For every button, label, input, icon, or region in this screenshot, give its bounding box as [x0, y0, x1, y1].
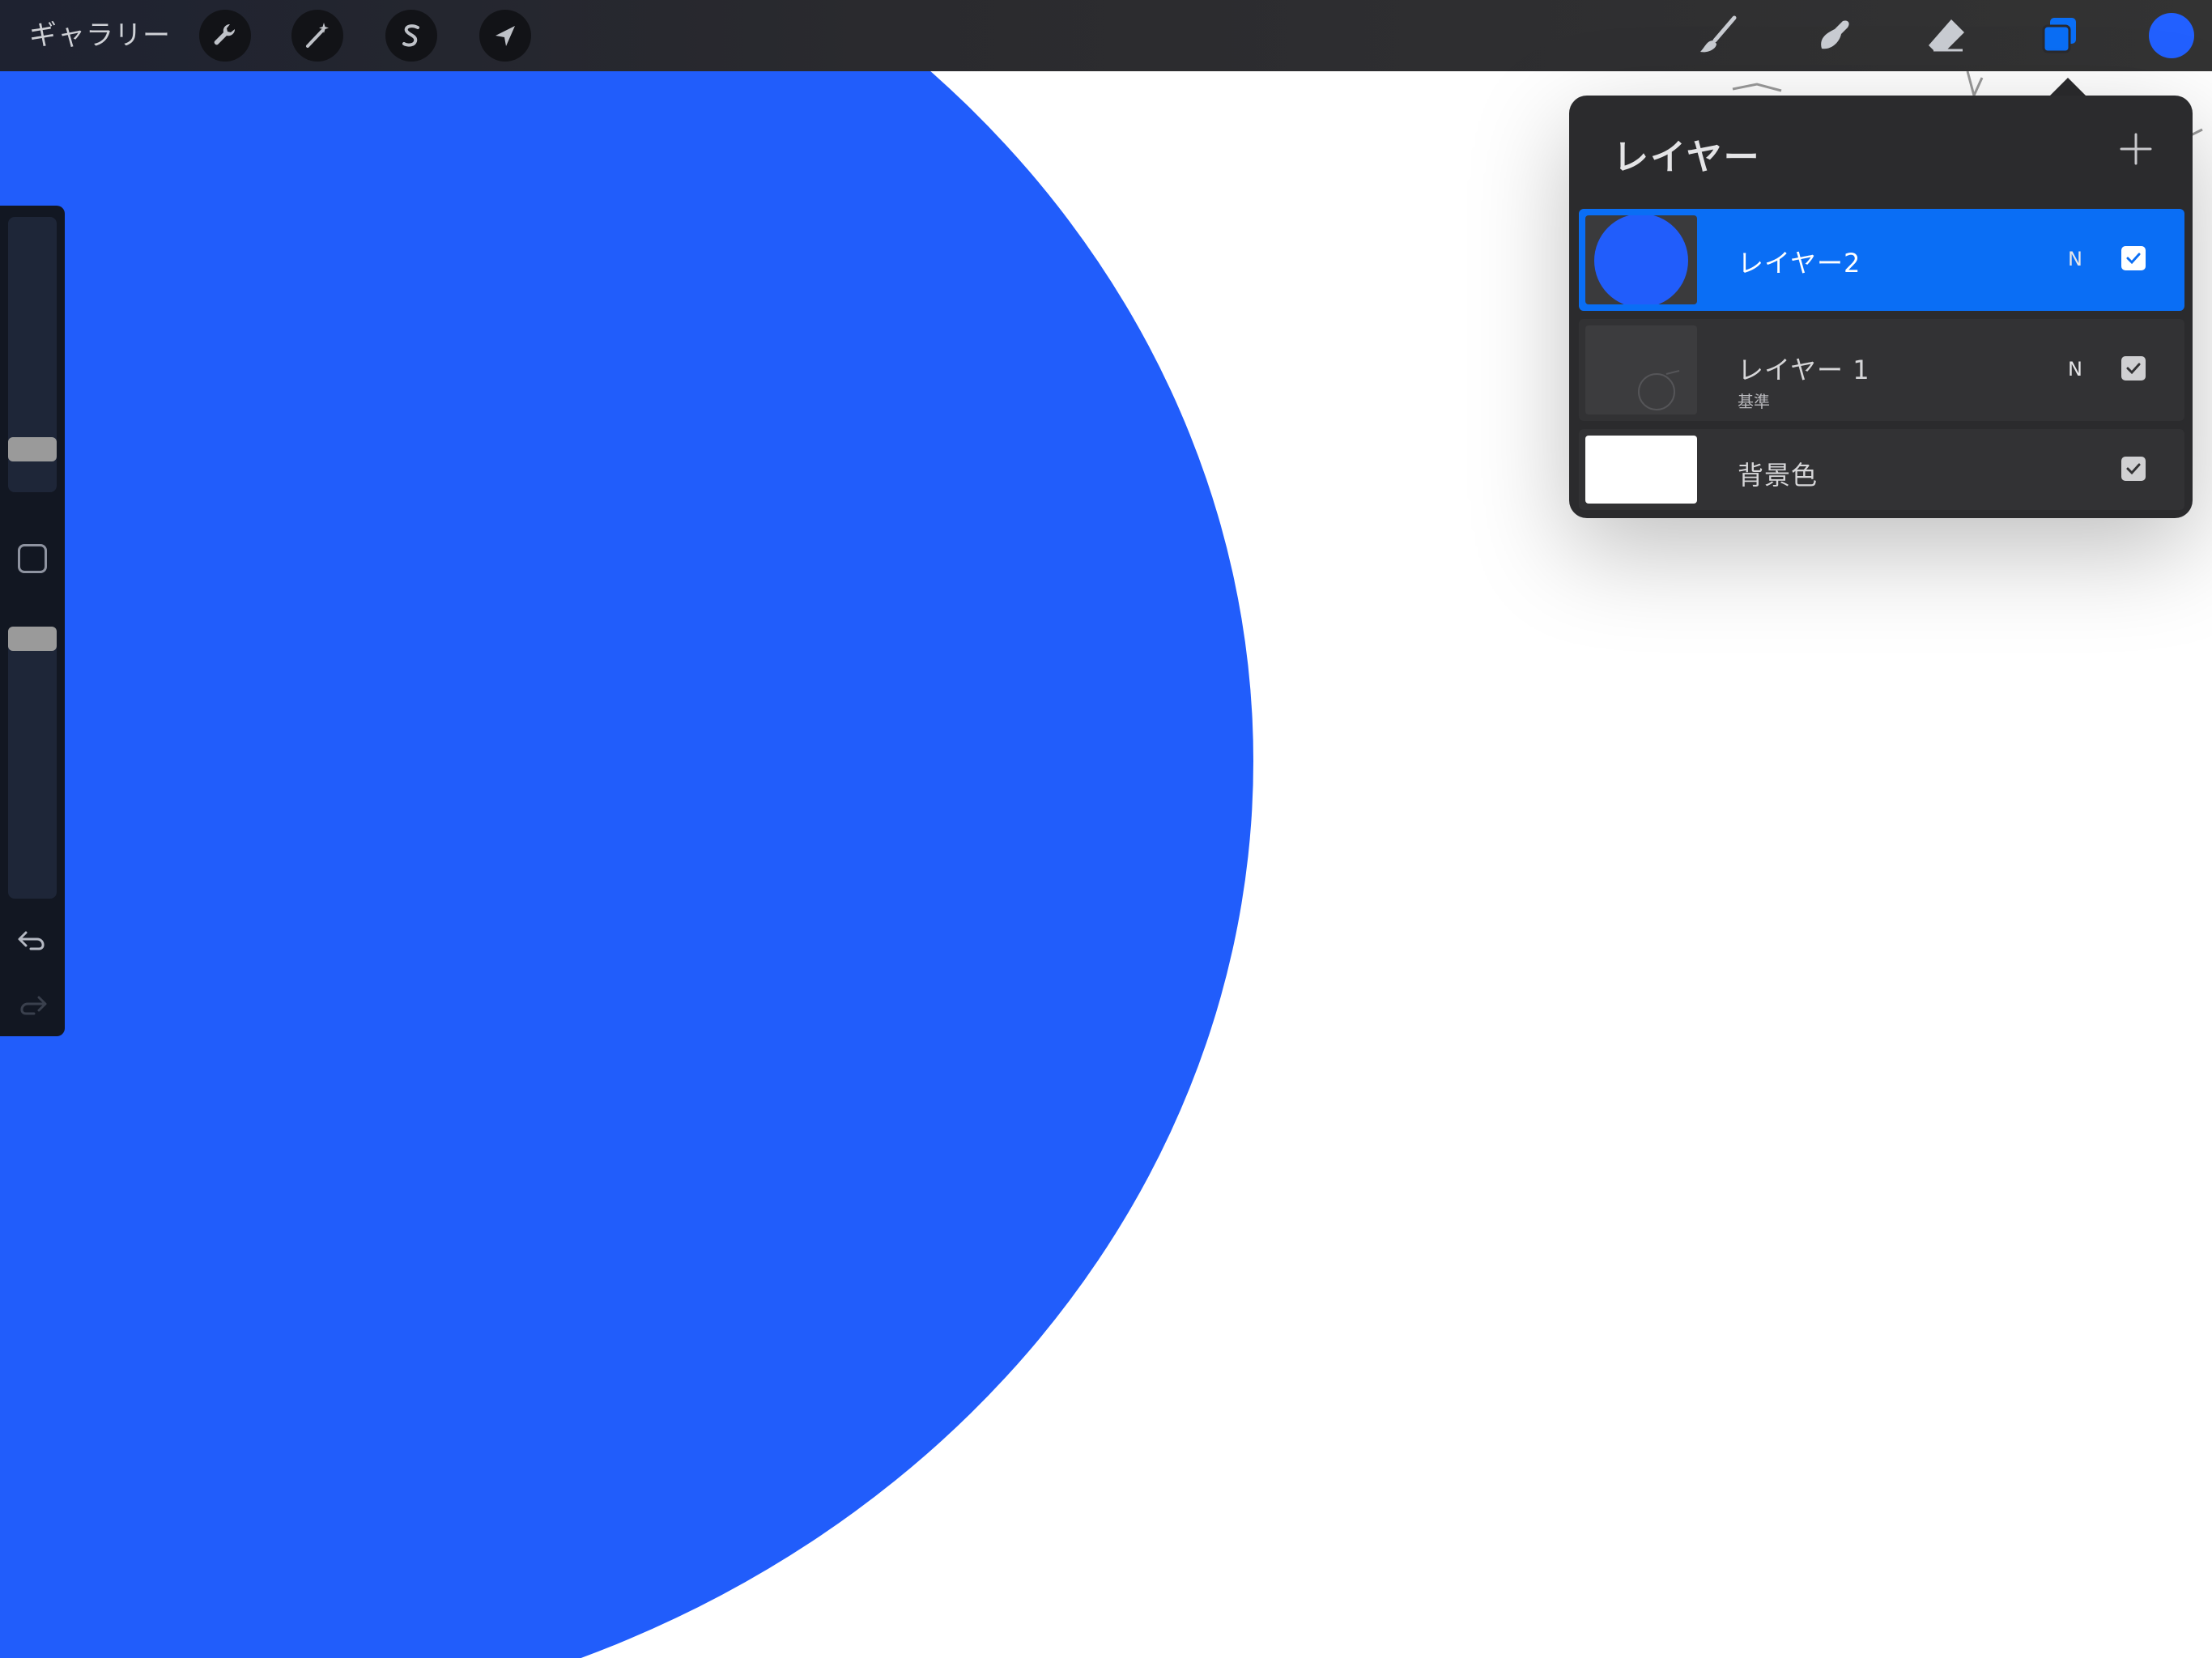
layer-thumbnail	[1585, 325, 1697, 414]
blend-mode-button[interactable]: N	[2068, 358, 2082, 380]
background-color-swatch	[1585, 436, 1697, 504]
gallery-button[interactable]: ギャラリー	[29, 16, 171, 55]
layer-thumbnail-art	[1638, 370, 1680, 410]
blue-circle-shape	[0, 0, 1253, 1658]
arrow-cursor-icon	[496, 26, 515, 46]
layers-panel-caret	[2048, 78, 2087, 97]
adjustments-button[interactable]	[291, 10, 343, 62]
layer-name: レイヤー 1	[1738, 355, 1870, 385]
layers-panel-title: レイヤー	[1613, 137, 1761, 178]
layer-row-layer2[interactable]: レイヤー2 N	[1579, 209, 2184, 311]
smudge-button[interactable]	[1807, 10, 1859, 62]
visibility-checkbox[interactable]	[2121, 457, 2146, 481]
layer-row-background[interactable]: 背景色	[1579, 429, 2184, 510]
layer-thumbnail	[1585, 215, 1697, 304]
modify-button[interactable]	[18, 544, 47, 573]
color-picker-button[interactable]	[2149, 13, 2194, 58]
eraser-button[interactable]	[1921, 10, 1972, 62]
layer-subtitle: 基準	[1738, 392, 1770, 411]
top-toolbar: ギャラリー	[0, 0, 2212, 71]
visibility-checkbox[interactable]	[2121, 246, 2146, 270]
blend-mode-button[interactable]: N	[2068, 248, 2082, 270]
selection-button[interactable]	[385, 10, 437, 62]
layer-row-layer1[interactable]: レイヤー 1 基準 N	[1579, 319, 2184, 421]
undo-icon[interactable]	[15, 923, 50, 959]
layers-panel: レイヤー レイヤー2 N レイヤー 1 基準 N 背景色	[1569, 96, 2193, 518]
wrench-icon	[214, 23, 236, 45]
transform-button[interactable]	[479, 10, 531, 62]
left-sidebar	[0, 206, 65, 1036]
brush-size-slider-thumb[interactable]	[8, 437, 57, 461]
plus-icon[interactable]	[2116, 130, 2155, 168]
visibility-checkbox[interactable]	[2121, 356, 2146, 380]
layer-name: 背景色	[1738, 460, 1819, 491]
eraser-icon	[1929, 19, 1964, 52]
smudge-icon	[1821, 20, 1849, 49]
layers-icon	[2042, 18, 2076, 53]
layer-thumbnail-art	[1594, 215, 1688, 304]
brush-button[interactable]	[1692, 10, 1744, 62]
actions-button[interactable]	[199, 10, 251, 62]
opacity-slider-thumb[interactable]	[8, 627, 57, 651]
checkmark-icon	[2126, 363, 2141, 375]
checkmark-icon	[2126, 253, 2141, 265]
opacity-slider[interactable]	[8, 627, 57, 899]
brush-icon	[1700, 15, 1737, 53]
layers-button[interactable]	[2034, 10, 2086, 62]
redo-icon[interactable]	[15, 988, 50, 1023]
checkmark-icon	[2126, 463, 2141, 475]
layer-name: レイヤー2	[1738, 248, 1861, 278]
magic-wand-icon	[306, 23, 329, 48]
selection-s-icon	[402, 24, 419, 47]
